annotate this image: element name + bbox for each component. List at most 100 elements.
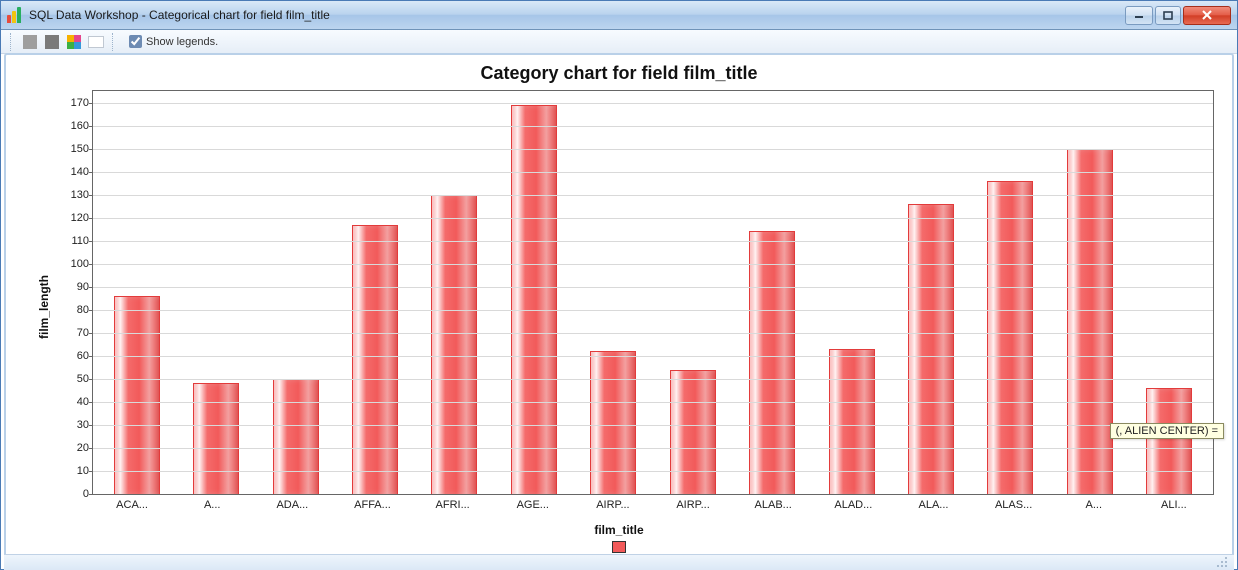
y-tick-mark	[89, 310, 93, 311]
grid-line	[93, 448, 1213, 449]
bar[interactable]	[193, 383, 239, 494]
y-tick-mark	[89, 471, 93, 472]
x-tick-label: ACA...	[92, 499, 172, 517]
bar[interactable]	[908, 204, 954, 494]
chart-title: Category chart for field film_title	[14, 63, 1224, 84]
bar[interactable]	[352, 225, 398, 494]
y-tick-label: 70	[57, 327, 89, 339]
bar[interactable]	[749, 231, 795, 494]
bar[interactable]	[829, 349, 875, 494]
palette-gray1-button[interactable]	[21, 33, 39, 51]
y-tick-label: 80	[57, 304, 89, 316]
y-tick-mark	[89, 402, 93, 403]
y-tick-mark	[89, 241, 93, 242]
toolbar: Show legends.	[1, 30, 1237, 54]
grid-line	[93, 149, 1213, 150]
y-tick-label: 40	[57, 396, 89, 408]
show-legends-checkbox[interactable]: Show legends.	[129, 35, 218, 48]
bar[interactable]	[1146, 388, 1192, 494]
grid-line	[93, 402, 1213, 403]
status-bar	[4, 554, 1234, 570]
x-tick-label: ADA...	[252, 499, 332, 517]
y-tick-label: 140	[57, 166, 89, 178]
y-tick-label: 170	[57, 97, 89, 109]
grid-line	[93, 333, 1213, 334]
y-tick-mark	[89, 172, 93, 173]
grid-line	[93, 218, 1213, 219]
y-tick-label: 50	[57, 373, 89, 385]
close-icon	[1201, 10, 1213, 20]
bar[interactable]	[114, 296, 160, 494]
y-tick-label: 130	[57, 189, 89, 201]
maximize-button[interactable]	[1155, 6, 1181, 25]
y-tick-mark	[89, 287, 93, 288]
bar[interactable]	[273, 379, 319, 494]
window-controls	[1123, 6, 1231, 25]
bar-slot	[97, 91, 176, 494]
y-tick-mark	[89, 195, 93, 196]
resize-grip-icon[interactable]	[1216, 556, 1230, 570]
window-titlebar: SQL Data Workshop - Categorical chart fo…	[1, 1, 1237, 30]
y-tick-mark	[89, 379, 93, 380]
grid-line	[93, 241, 1213, 242]
y-tick-label: 90	[57, 281, 89, 293]
y-tick-mark	[89, 264, 93, 265]
x-tick-label: ALAS...	[974, 499, 1054, 517]
bar-slot	[732, 91, 811, 494]
y-tick-mark	[89, 218, 93, 219]
bar-slot	[176, 91, 255, 494]
close-button[interactable]	[1183, 6, 1231, 25]
bar[interactable]	[1067, 149, 1113, 494]
show-legends-input[interactable]	[129, 35, 142, 48]
palette-swatch-icon	[23, 35, 37, 49]
bars-container	[93, 91, 1213, 494]
bar[interactable]	[431, 195, 477, 494]
y-tick-label: 160	[57, 120, 89, 132]
y-tick-mark	[89, 103, 93, 104]
x-tick-label: AIRP...	[653, 499, 733, 517]
y-tick-label: 20	[57, 442, 89, 454]
y-tick-label: 0	[57, 488, 89, 500]
y-tick-mark	[89, 494, 93, 495]
bar[interactable]	[511, 105, 557, 494]
bar-slot	[891, 91, 970, 494]
grid-line	[93, 103, 1213, 104]
bar[interactable]	[590, 351, 636, 494]
bar-slot	[415, 91, 494, 494]
x-tick-label: A...	[1054, 499, 1134, 517]
palette-swatch-icon	[88, 36, 104, 48]
y-tick-label: 10	[57, 465, 89, 477]
legend-swatch-icon	[612, 541, 626, 553]
palette-gray2-button[interactable]	[43, 33, 61, 51]
x-tick-label: AIRP...	[573, 499, 653, 517]
minimize-button[interactable]	[1125, 6, 1153, 25]
chart-area: film_length 0102030405060708090100110120…	[14, 90, 1224, 523]
bar-slot	[256, 91, 335, 494]
palette-blank-button[interactable]	[87, 33, 105, 51]
grid-line	[93, 471, 1213, 472]
grid-line	[93, 425, 1213, 426]
show-legends-label: Show legends.	[146, 36, 218, 48]
y-tick-mark	[89, 425, 93, 426]
x-tick-label: ALI...	[1134, 499, 1214, 517]
y-tick-label: 120	[57, 212, 89, 224]
y-tick-mark	[89, 126, 93, 127]
grid-line	[93, 310, 1213, 311]
app-icon	[7, 7, 23, 23]
plot-area[interactable]: 0102030405060708090100110120130140150160…	[92, 90, 1214, 495]
grid-line	[93, 172, 1213, 173]
x-tick-label: ALAD...	[813, 499, 893, 517]
y-tick-label: 30	[57, 419, 89, 431]
y-tick-mark	[89, 356, 93, 357]
x-tick-label: AFFA...	[332, 499, 412, 517]
y-tick-mark	[89, 448, 93, 449]
x-tick-label: AGE...	[493, 499, 573, 517]
grid-line	[93, 195, 1213, 196]
x-axis-tick-labels: ACA...A...ADA...AFFA...AFRI...AGE...AIRP…	[92, 499, 1214, 517]
bar[interactable]	[670, 370, 716, 494]
y-tick-mark	[89, 333, 93, 334]
chart-tooltip: (, ALIEN CENTER) =	[1110, 423, 1224, 439]
palette-multi-button[interactable]	[65, 33, 83, 51]
bar-slot	[971, 91, 1050, 494]
toolbar-separator	[10, 33, 14, 51]
